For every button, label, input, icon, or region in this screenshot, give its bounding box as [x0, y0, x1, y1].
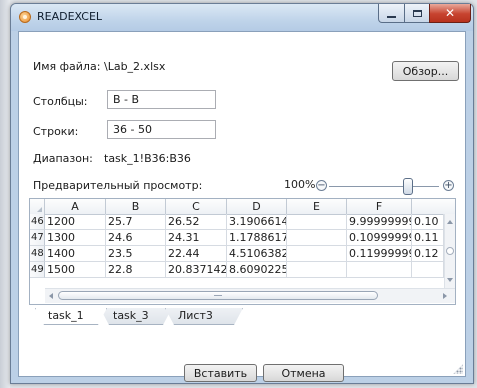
row-header[interactable]: 48	[30, 246, 45, 262]
table-cell[interactable]: 26.52	[166, 214, 227, 230]
minimize-icon	[387, 15, 396, 18]
table-cell[interactable]: 24.6	[106, 230, 166, 246]
sheet-tab-task-1[interactable]: task_1	[35, 308, 107, 325]
preview-grid: A B C D E F 46 1200 25.7 26.52 3.1906614…	[29, 198, 456, 305]
sheet-tabs: task_1 task_3 Лист3	[29, 308, 456, 326]
table-cell[interactable]: 25.7	[106, 214, 166, 230]
minimize-button[interactable]	[378, 4, 405, 23]
table-cell[interactable]	[287, 262, 347, 278]
column-header-row: A B C D E F	[30, 199, 455, 215]
range-value: task_1!B36:B36	[104, 152, 191, 165]
row-header[interactable]: 46	[30, 214, 45, 230]
zoom-slider-thumb[interactable]	[403, 178, 414, 195]
sheet-tab-list3[interactable]: Лист3	[165, 308, 243, 325]
table-cell[interactable]: 4.51063829	[227, 246, 287, 262]
table-cell[interactable]	[287, 246, 347, 262]
table-cell[interactable]	[287, 214, 347, 230]
table-cell[interactable]: 23.5	[106, 246, 166, 262]
minus-icon: −	[317, 179, 326, 191]
zoom-percent: 100%	[284, 178, 316, 191]
table-cell[interactable]: 22.8	[106, 262, 166, 278]
title-bar[interactable]: READEXCEL ✕	[11, 4, 473, 31]
table-cell[interactable]	[347, 262, 412, 278]
column-header-e[interactable]: E	[287, 199, 347, 214]
maximize-icon	[412, 9, 422, 17]
table-cell[interactable]: 0.10999999	[347, 230, 412, 246]
select-all-corner[interactable]	[30, 199, 45, 214]
table-cell[interactable]: 20.8371428	[166, 262, 227, 278]
table-row: 47 1300 24.6 24.31 1.17886178 0.10999999…	[30, 230, 455, 246]
resize-grip-icon[interactable]	[453, 364, 463, 374]
table-cell[interactable]	[287, 230, 347, 246]
preview-label: Предварительный просмотр:	[33, 179, 203, 192]
table-cell[interactable]: 1300	[45, 230, 106, 246]
table-cell[interactable]: 3.19066147	[227, 214, 287, 230]
row-header[interactable]: 47	[30, 230, 45, 246]
table-cell[interactable]	[412, 262, 444, 278]
table-cell[interactable]: 1400	[45, 246, 106, 262]
vertical-scrollbar[interactable]	[444, 214, 455, 288]
browse-button[interactable]: Обзор...	[392, 61, 459, 81]
table-row: 46 1200 25.7 26.52 3.19066147 9.99999999…	[30, 214, 455, 230]
plus-icon: +	[444, 179, 453, 191]
close-icon: ✕	[444, 6, 456, 20]
scroll-left-icon[interactable]	[49, 293, 53, 299]
table-cell[interactable]: 8.60902255	[227, 262, 287, 278]
table-row: 48 1400 23.5 22.44 4.51063829 0.11999999…	[30, 246, 455, 262]
column-header-b[interactable]: B	[106, 199, 166, 214]
rows-input[interactable]	[107, 120, 216, 139]
table-cell[interactable]: 22.44	[166, 246, 227, 262]
zoom-slider-track[interactable]	[329, 186, 439, 187]
table-cell[interactable]: 1500	[45, 262, 106, 278]
column-header-c[interactable]: C	[166, 199, 227, 214]
scroll-down-icon[interactable]	[447, 278, 453, 282]
readexcel-app-icon	[19, 11, 31, 23]
rows-label: Строки:	[33, 125, 79, 138]
maximize-button[interactable]	[404, 4, 430, 23]
cancel-button[interactable]: Отмена	[263, 364, 344, 382]
file-name-value: \Lab_2.xlsx	[104, 60, 166, 73]
table-cell[interactable]: 1200	[45, 214, 106, 230]
table-cell[interactable]: 0.10	[412, 214, 444, 230]
sheet-tab-task-3[interactable]: task_3	[100, 308, 172, 325]
file-name-label: Имя файла:	[33, 60, 101, 73]
table-cell[interactable]: 0.11999999	[347, 246, 412, 262]
column-header-a[interactable]: A	[45, 199, 106, 214]
table-cell[interactable]: 0.11	[412, 230, 444, 246]
zoom-out-button[interactable]: −	[316, 180, 327, 191]
horizontal-scroll-thumb[interactable]	[58, 291, 378, 300]
column-header-f[interactable]: F	[347, 199, 412, 214]
scroll-up-icon[interactable]	[447, 220, 453, 224]
table-cell[interactable]: 1.17886178	[227, 230, 287, 246]
desktop-backdrop	[0, 0, 10, 388]
window-title: READEXCEL	[37, 10, 103, 23]
table-cell[interactable]: 9.99999999	[347, 214, 412, 230]
table-cell[interactable]: 0.12	[412, 246, 444, 262]
columns-input[interactable]	[107, 90, 216, 109]
table-row: 49 1500 22.8 20.8371428 8.60902255	[30, 262, 455, 278]
scroll-right-icon[interactable]	[443, 293, 447, 299]
row-header[interactable]: 49	[30, 262, 45, 278]
range-label: Диапазон:	[33, 152, 93, 165]
scroll-grip-icon[interactable]	[446, 247, 454, 255]
insert-button[interactable]: Вставить	[184, 364, 257, 382]
horizontal-scrollbar[interactable]	[45, 288, 455, 303]
columns-label: Столбцы:	[33, 95, 88, 108]
dialog-content: Имя файла: \Lab_2.xlsx Обзор... Столбцы:…	[18, 31, 466, 382]
table-cell[interactable]: 24.31	[166, 230, 227, 246]
zoom-in-button[interactable]: +	[443, 180, 454, 191]
readexcel-dialog: READEXCEL ✕ Имя файла: \Lab_2.xlsx Обзор…	[10, 3, 474, 384]
column-header-d[interactable]: D	[227, 199, 287, 214]
close-button[interactable]: ✕	[429, 4, 471, 23]
